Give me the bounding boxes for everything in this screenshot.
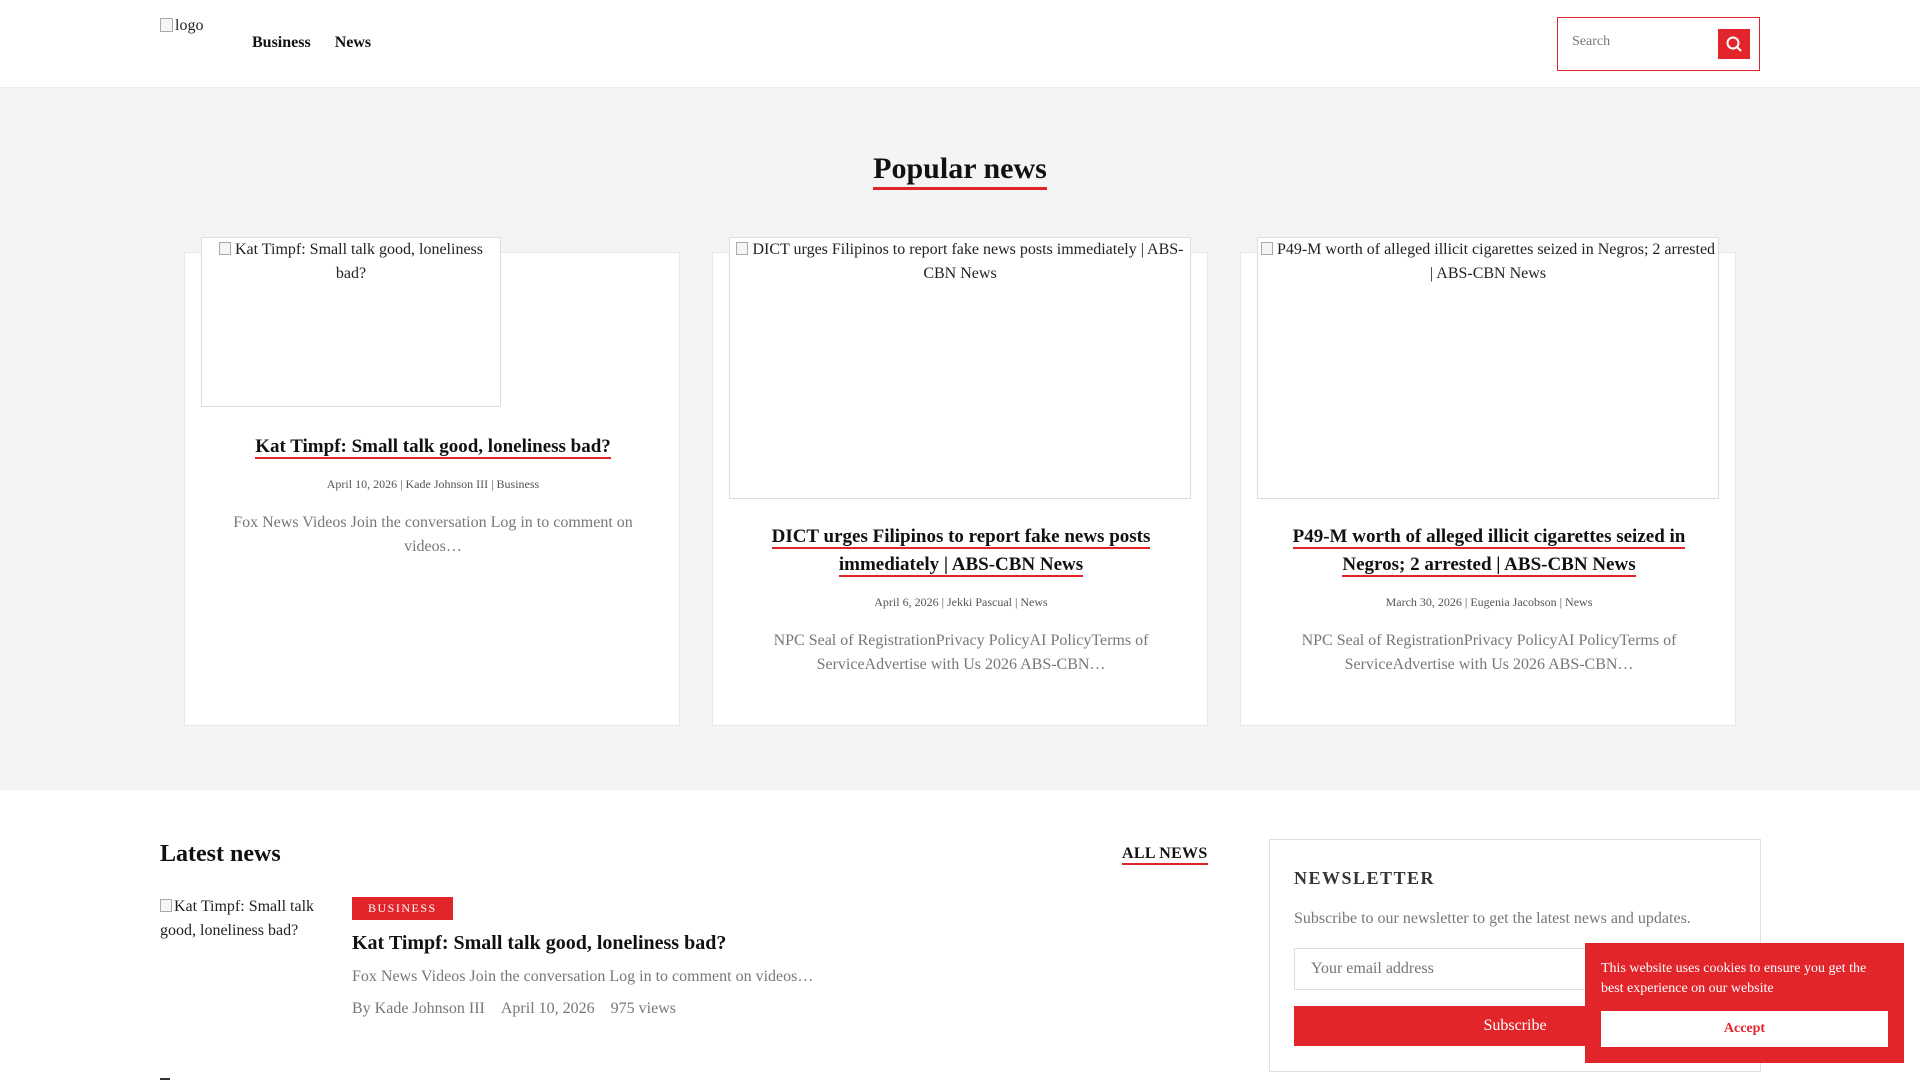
category-badge[interactable]: BUSINESS	[352, 897, 453, 920]
latest-item-excerpt: Fox News Videos Join the conversation Lo…	[352, 968, 814, 985]
broken-image-icon	[160, 18, 173, 32]
card-meta: March 30, 2026 | Eugenia Jacobson | News	[1385, 595, 1593, 609]
latest-item-date: April 10, 2026	[500, 1000, 595, 1017]
nav-item-news[interactable]: News	[335, 34, 371, 52]
logo-alt-text: logo	[175, 17, 204, 34]
card-excerpt: NPC Seal of RegistrationPrivacy PolicyAI…	[1301, 632, 1677, 673]
card-meta: April 10, 2026 | Kade Johnson III | Busi…	[326, 477, 540, 491]
site-logo[interactable]: logo	[160, 17, 203, 35]
card-image[interactable]: P49-M worth of alleged illicit cigarette…	[1257, 237, 1719, 499]
latest-item-views: 975 views	[610, 1000, 676, 1017]
search-input[interactable]	[1572, 34, 1712, 50]
search-box	[1557, 17, 1760, 71]
card-title[interactable]: Kat Timpf: Small talk good, loneliness b…	[205, 433, 661, 461]
accept-button[interactable]: Accept	[1601, 1011, 1888, 1047]
card-excerpt: NPC Seal of RegistrationPrivacy PolicyAI…	[773, 632, 1149, 673]
popular-card[interactable]: DICT urges Filipinos to report fake news…	[712, 237, 1208, 726]
broken-image-icon	[218, 242, 231, 255]
card-image[interactable]: Kat Timpf: Small talk good, loneliness b…	[201, 237, 501, 407]
cookie-text: This website uses cookies to ensure you …	[1601, 961, 1867, 996]
search-icon	[1726, 36, 1742, 52]
broken-image-icon	[1260, 242, 1273, 255]
latest-item-meta: By Kade Johnson III April 10, 2026 975 v…	[352, 1000, 676, 1018]
broken-image-icon	[160, 899, 172, 912]
latest-item-title[interactable]: Kat Timpf: Small talk good, loneliness b…	[352, 932, 726, 955]
latest-item-author: By Kade Johnson III	[352, 1000, 485, 1017]
search-button[interactable]	[1718, 29, 1750, 59]
popular-news-title: Popular news	[0, 152, 1920, 190]
popular-card[interactable]: P49-M worth of alleged illicit cigarette…	[1240, 237, 1736, 726]
latest-news-title: Latest news	[160, 841, 281, 867]
main-nav: Business News	[252, 34, 371, 52]
latest-item-image[interactable]: Kat Timpf: Small talk good, loneliness b…	[160, 895, 320, 943]
card-meta: April 6, 2026 | Jekki Pascual | News	[874, 595, 1048, 609]
popular-news-section: Popular news Kat Timpf: Small talk good,…	[0, 88, 1920, 790]
newsletter-text: Subscribe to our newsletter to get the l…	[1294, 910, 1691, 927]
site-header: logo Business News	[0, 0, 1920, 88]
card-title[interactable]: DICT urges Filipinos to report fake news…	[733, 523, 1189, 579]
newsletter-title: NEWSLETTER	[1294, 868, 1436, 888]
card-excerpt: Fox News Videos Join the conversation Lo…	[233, 514, 633, 555]
card-image[interactable]: DICT urges Filipinos to report fake news…	[729, 237, 1191, 499]
card-title[interactable]: P49-M worth of alleged illicit cigarette…	[1261, 523, 1717, 579]
nav-item-business[interactable]: Business	[252, 34, 311, 52]
all-news-link[interactable]: ALL NEWS	[1122, 845, 1208, 865]
broken-image-icon	[736, 242, 749, 255]
popular-card[interactable]: Kat Timpf: Small talk good, loneliness b…	[184, 237, 680, 726]
cookie-banner: This website uses cookies to ensure you …	[1585, 943, 1904, 1063]
